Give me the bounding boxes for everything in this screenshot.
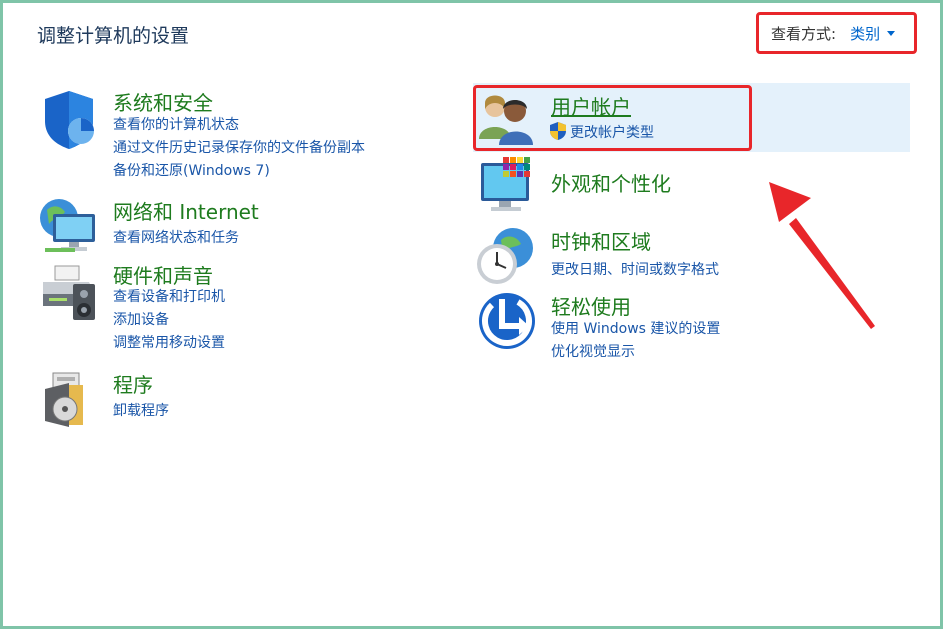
- user-accounts-annotation-box: [473, 85, 752, 151]
- view-mode-value: 类别: [850, 24, 881, 43]
- printer-icon: [43, 265, 95, 320]
- category-link[interactable]: 使用 Windows 建议的设置: [551, 318, 720, 338]
- category-link[interactable]: 备份和还原(Windows 7): [113, 160, 270, 180]
- annotation-arrow: [769, 182, 875, 329]
- category-title[interactable]: 外观和个性化: [551, 168, 671, 197]
- category-link[interactable]: 调整常用移动设置: [113, 332, 225, 352]
- chevron-down-icon: [887, 30, 896, 36]
- category-link[interactable]: 卸载程序: [113, 400, 169, 420]
- clock-icon: [477, 228, 533, 284]
- network-icon: [40, 199, 95, 252]
- shield-icon: [45, 91, 94, 149]
- accessibility-icon: [479, 293, 535, 349]
- category-link[interactable]: 优化视觉显示: [551, 341, 635, 361]
- view-mode-box: 查看方式: 类别: [756, 12, 917, 54]
- category-link[interactable]: 更改日期、时间或数字格式: [551, 259, 719, 279]
- category-title[interactable]: 硬件和声音: [113, 260, 213, 289]
- category-link[interactable]: 查看网络状态和任务: [113, 227, 239, 247]
- category-title[interactable]: 程序: [113, 369, 153, 398]
- category-link[interactable]: 通过文件历史记录保存你的文件备份副本: [113, 137, 365, 157]
- category-link[interactable]: 查看设备和打印机: [113, 286, 225, 306]
- monitor-icon: [481, 157, 530, 211]
- category-link[interactable]: 查看你的计算机状态: [113, 114, 239, 134]
- view-mode-dropdown[interactable]: 类别: [850, 23, 896, 44]
- programs-icon: [45, 372, 83, 427]
- category-link[interactable]: 添加设备: [113, 309, 169, 329]
- page-title: 调整计算机的设置: [37, 25, 190, 47]
- category-title[interactable]: 轻松使用: [551, 291, 631, 320]
- category-title[interactable]: 系统和安全: [113, 87, 213, 116]
- view-mode-label: 查看方式:: [771, 24, 837, 43]
- category-title[interactable]: 时钟和区域: [551, 226, 651, 255]
- category-title[interactable]: 网络和 Internet: [113, 196, 259, 225]
